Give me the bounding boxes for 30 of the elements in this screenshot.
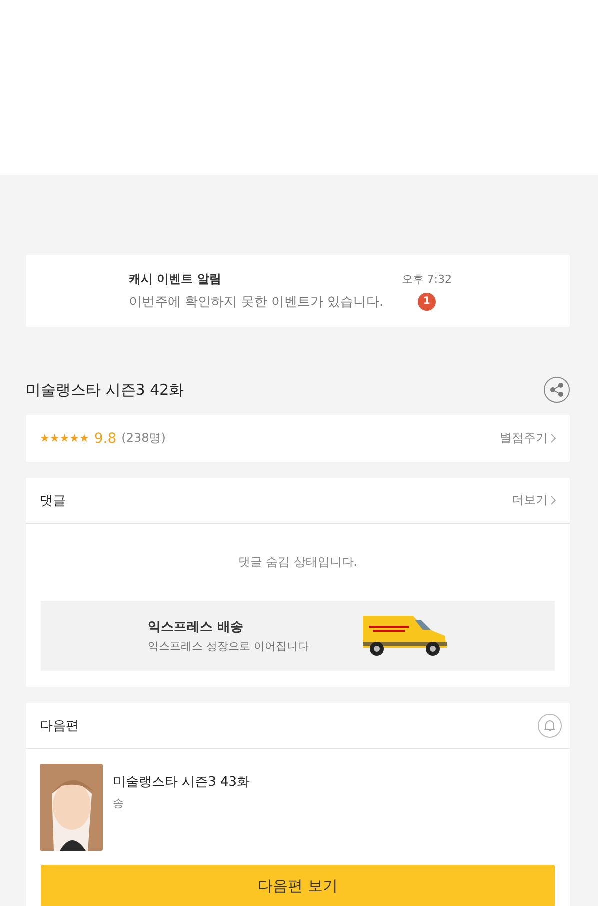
unread-badge: 1	[418, 292, 436, 310]
share-icon	[550, 383, 564, 397]
next-title: 다음편	[40, 718, 79, 734]
share-button[interactable]	[544, 377, 570, 403]
bell-icon	[543, 718, 557, 732]
author-name: 송	[113, 796, 125, 811]
comments-title: 댓글	[40, 492, 66, 510]
more-link[interactable]: 더보기	[512, 492, 556, 509]
star-icon: ★	[60, 432, 70, 445]
notification-card[interactable]: 캐시 이벤트 알림 이번주에 확인하지 못한 이벤트가 있습니다. 오후 7:32 1	[26, 255, 570, 327]
chevron-icon	[551, 434, 556, 443]
notification-time: 오후 7:32	[402, 272, 452, 286]
star-icon: ★	[70, 432, 80, 445]
rate-link[interactable]: 별점주기	[500, 430, 556, 447]
ad-subtitle: 익스프레스 성장으로 이어집니다	[148, 639, 309, 654]
next-episode-title: 미술랭스타 시즌3 43화	[113, 774, 250, 791]
rating-count: (238명)	[122, 430, 166, 447]
ad-banner[interactable]: 익스프레스 배송 익스프레스 성장으로 이어집니다	[41, 601, 555, 671]
notification-title: 캐시 이벤트 알림	[129, 271, 222, 288]
star-icon: ★	[40, 432, 50, 445]
rating-score: 9.8	[94, 430, 117, 446]
notification-message: 이번주에 확인하지 못한 이벤트가 있습니다.	[129, 294, 384, 311]
ad-title: 익스프레스 배송	[148, 619, 245, 636]
episode-title: 미술랭스타 시즌3 42화	[26, 380, 184, 400]
star-icon: ★	[50, 432, 60, 445]
comments-status: 댓글 숨김 상태입니다.	[237, 554, 359, 571]
notify-button[interactable]	[538, 714, 562, 738]
star-icon: ★	[80, 432, 90, 445]
chevron-icon	[551, 496, 556, 505]
next-episode-button[interactable]: 다음편 보기	[41, 865, 555, 906]
